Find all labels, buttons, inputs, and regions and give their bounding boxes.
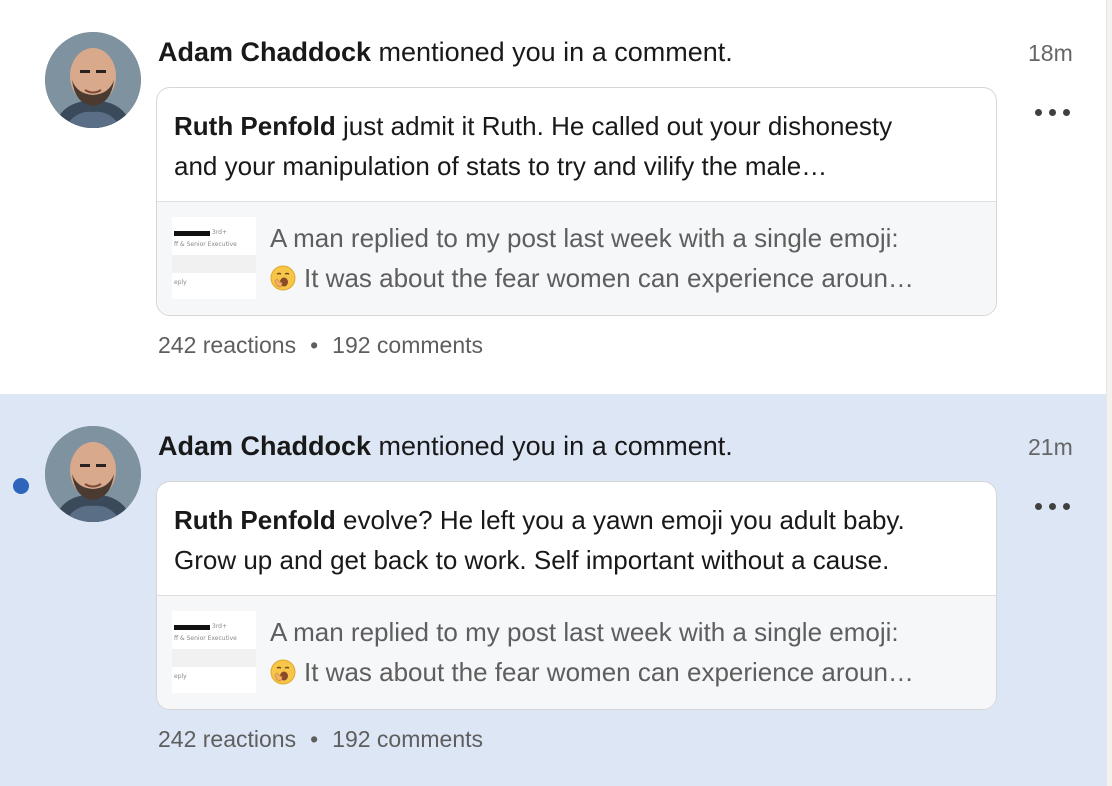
dot-icon	[1062, 108, 1070, 116]
comments-count[interactable]: 192 comments	[332, 332, 483, 358]
thumbnail-degree: 3rd+	[212, 229, 228, 236]
stats-separator: •	[310, 332, 319, 358]
post-thumbnail: 3rd+ ff & Senior Executive eply	[172, 611, 256, 693]
avatar[interactable]	[45, 426, 141, 522]
thumbnail-degree: 3rd+	[212, 623, 228, 630]
thumbnail-band	[172, 649, 256, 667]
comment-text: Ruth Penfold evolve? He left you a yawn …	[157, 482, 996, 596]
unread-indicator	[13, 478, 29, 494]
notification-action: mentioned you in a comment.	[371, 37, 733, 67]
thumbnail-title: ff & Senior Executive	[174, 241, 237, 248]
post-preview[interactable]: 3rd+ ff & Senior Executive eply A man re…	[157, 596, 996, 709]
dot-icon	[1048, 108, 1056, 116]
dot-icon	[1034, 502, 1042, 510]
yawning-face-emoji-icon	[270, 265, 296, 291]
reactions-count[interactable]: 242 reactions	[158, 726, 296, 752]
more-options-button[interactable]	[1022, 486, 1082, 526]
comments-count[interactable]: 192 comments	[332, 726, 483, 752]
notification-time: 18m	[1028, 40, 1073, 66]
notification-item[interactable]: Adam Chaddock mentioned you in a comment…	[0, 0, 1106, 394]
more-options-button[interactable]	[1022, 92, 1082, 132]
post-line-text: It was about the fear women can experien…	[304, 263, 914, 293]
comment-line: and your manipulation of stats to try an…	[174, 151, 828, 181]
notifications-feed: Adam Chaddock mentioned you in a comment…	[0, 0, 1112, 786]
post-stats: 242 reactions • 192 comments	[158, 332, 483, 359]
stats-separator: •	[310, 726, 319, 752]
post-excerpt: A man replied to my post last week with …	[270, 612, 914, 692]
comment-line-text: just admit it Ruth. He called out your d…	[335, 111, 893, 141]
post-excerpt: A man replied to my post last week with …	[270, 218, 914, 298]
actor-name[interactable]: Adam Chaddock	[158, 431, 371, 461]
notification-item[interactable]: Adam Chaddock mentioned you in a comment…	[0, 394, 1106, 786]
comment-preview-card[interactable]: Ruth Penfold evolve? He left you a yawn …	[156, 481, 997, 710]
scrollbar-track[interactable]	[1106, 0, 1112, 786]
actor-name[interactable]: Adam Chaddock	[158, 37, 371, 67]
dot-icon	[1034, 108, 1042, 116]
comment-preview-card[interactable]: Ruth Penfold just admit it Ruth. He call…	[156, 87, 997, 316]
reactions-count[interactable]: 242 reactions	[158, 332, 296, 358]
redacted-bar	[174, 625, 210, 630]
dot-icon	[1048, 502, 1056, 510]
yawning-face-emoji-icon	[270, 659, 296, 685]
thumbnail-title: ff & Senior Executive	[174, 635, 237, 642]
thumbnail-reply: eply	[174, 279, 187, 286]
thumbnail-reply: eply	[174, 673, 187, 680]
dot-icon	[1062, 502, 1070, 510]
thumbnail-band	[172, 255, 256, 273]
notification-action: mentioned you in a comment.	[371, 431, 733, 461]
comment-text: Ruth Penfold just admit it Ruth. He call…	[157, 88, 996, 202]
redacted-bar	[174, 231, 210, 236]
comment-line-text: evolve? He left you a yawn emoji you adu…	[335, 505, 905, 535]
post-line-text: It was about the fear women can experien…	[304, 657, 914, 687]
notification-time: 21m	[1028, 434, 1073, 460]
comment-author: Ruth Penfold	[174, 505, 336, 535]
post-line: A man replied to my post last week with …	[270, 617, 899, 647]
comment-line: Ruth Penfold just admit it Ruth. He call…	[174, 106, 978, 146]
comment-author: Ruth Penfold	[174, 111, 336, 141]
notification-headline[interactable]: Adam Chaddock mentioned you in a comment…	[158, 34, 733, 70]
post-stats: 242 reactions • 192 comments	[158, 726, 483, 753]
comment-line: Ruth Penfold evolve? He left you a yawn …	[174, 500, 978, 540]
post-line: It was about the fear women can experien…	[270, 258, 914, 298]
avatar[interactable]	[45, 32, 141, 128]
post-thumbnail: 3rd+ ff & Senior Executive eply	[172, 217, 256, 299]
notification-headline[interactable]: Adam Chaddock mentioned you in a comment…	[158, 428, 733, 464]
post-line: It was about the fear women can experien…	[270, 652, 914, 692]
comment-line: Grow up and get back to work. Self impor…	[174, 545, 890, 575]
post-line: A man replied to my post last week with …	[270, 223, 899, 253]
post-preview[interactable]: 3rd+ ff & Senior Executive eply A man re…	[157, 202, 996, 315]
